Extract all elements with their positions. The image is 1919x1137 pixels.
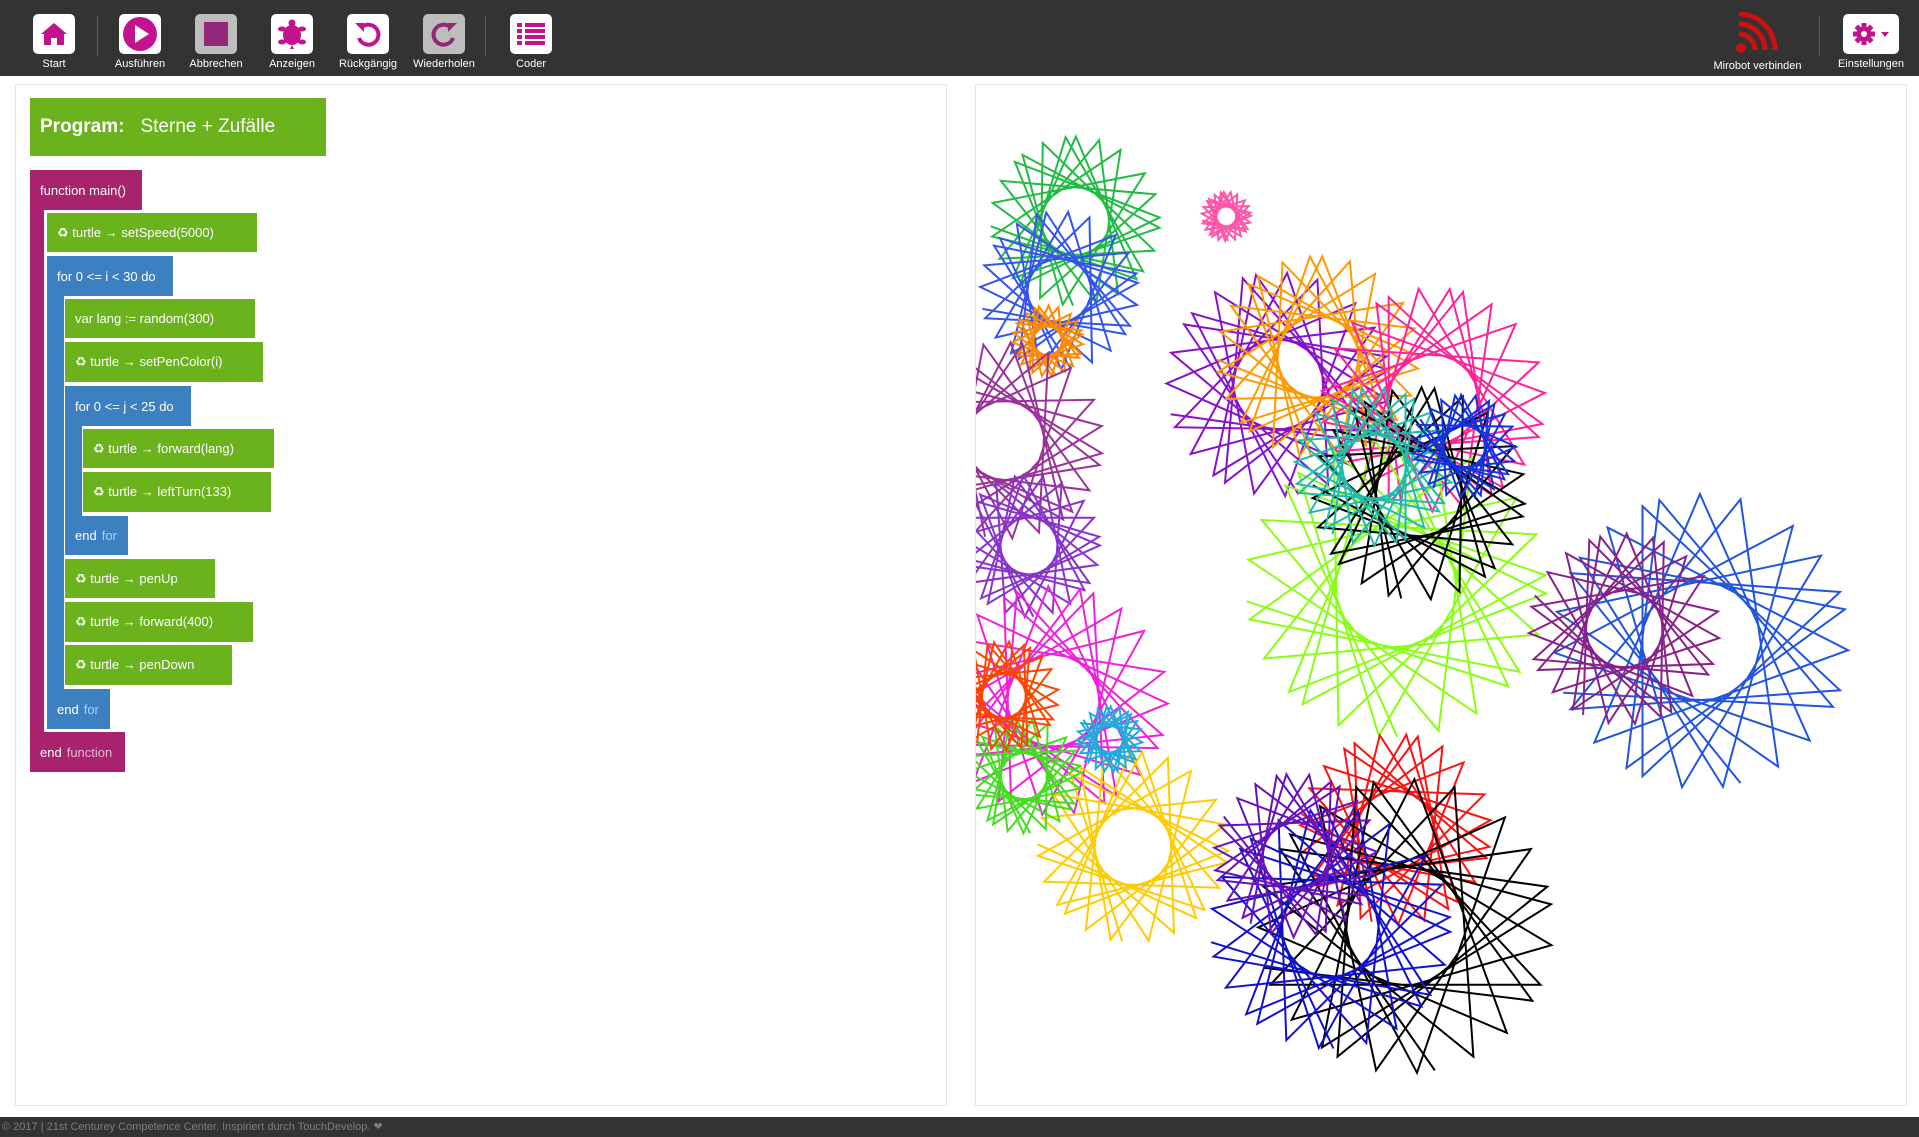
end-for-j-block[interactable]: end for [65, 516, 128, 555]
run-label: Ausführen [114, 58, 166, 70]
cancel-label: Abbrechen [189, 58, 243, 70]
toolbar-divider [1819, 16, 1820, 56]
pen-down-statement[interactable]: ♻ turtle → penDown [65, 645, 232, 685]
function-main-block[interactable]: function main() [30, 170, 142, 210]
undo-icon [347, 14, 389, 54]
mirobot-connect-button[interactable]: Mirobot verbinden [1700, 12, 1815, 72]
turtle-icon [271, 14, 313, 54]
forward-400-statement[interactable]: ♻ turtle → forward(400) [65, 602, 253, 642]
end-for-i-block[interactable]: end for [47, 689, 110, 729]
function-keyword: function [66, 744, 113, 760]
for-j-text: for 0 <= j < 25 do [75, 398, 174, 414]
turtle-star-path [1199, 189, 1254, 244]
turtle-star-path [976, 339, 1105, 541]
home-icon [33, 14, 75, 54]
coder-label: Coder [516, 58, 546, 70]
gear-icon [1843, 14, 1899, 54]
pen-up-statement[interactable]: ♻ turtle → penUp [65, 559, 215, 598]
function-body-bar [30, 208, 44, 734]
show-label: Anzeigen [269, 58, 315, 70]
for-i-loop-block[interactable]: for 0 <= i < 30 do [47, 256, 173, 296]
left-turn-text: ♻ turtle → leftTurn(133) [93, 484, 232, 499]
pen-up-text: ♻ turtle → penUp [75, 570, 178, 586]
turtle-drawing-canvas [976, 134, 1851, 1076]
settings-button[interactable]: Einstellungen [1833, 14, 1909, 70]
turtle-star-path [1551, 491, 1851, 790]
play-icon [119, 14, 161, 54]
forward-400-text: ♻ turtle → forward(400) [75, 614, 214, 629]
for-j-loop-block[interactable]: for 0 <= j < 25 do [65, 386, 191, 426]
var-lang-text: var lang := random(300) [75, 311, 215, 326]
redo-icon [423, 14, 465, 54]
program-name: Sterne + Zufälle [140, 116, 276, 137]
for-i-text: for 0 <= i < 30 do [57, 268, 156, 284]
for-keyword: for [83, 701, 99, 717]
end-keyword: end [75, 528, 97, 543]
top-toolbar: Start Ausführen Abbrechen Anzeigen Rückg… [0, 0, 1919, 76]
stop-icon [195, 14, 237, 54]
left-turn-statement[interactable]: ♻ turtle → leftTurn(133) [83, 472, 271, 512]
function-main-text: function main() [40, 182, 126, 198]
start-label: Start [42, 58, 66, 70]
set-pen-color-statement[interactable]: ♻ turtle → setPenColor(i) [65, 342, 263, 382]
for-keyword: for [101, 528, 117, 543]
for-i-body-bar [47, 294, 64, 690]
end-function-block[interactable]: end function [30, 732, 125, 772]
settings-label: Einstellungen [1837, 58, 1905, 70]
set-speed-statement[interactable]: ♻ turtle → setSpeed(5000) [47, 213, 257, 252]
wifi-signal-icon [1735, 12, 1777, 53]
list-icon [510, 14, 552, 54]
coder-button[interactable]: Coder [486, 14, 576, 76]
end-keyword: end [57, 701, 79, 717]
program-label: Program: [40, 116, 125, 137]
set-speed-text: ♻ turtle → setSpeed(5000) [57, 224, 214, 240]
redo-label: Wiederholen [413, 58, 475, 70]
var-lang-statement[interactable]: var lang := random(300) [65, 299, 255, 338]
forward-lang-statement[interactable]: ♻ turtle → forward(lang) [83, 429, 274, 468]
footer: © 2017 | 21st Centurey Competence Center… [0, 1117, 1919, 1137]
turtle-canvas-panel[interactable] [975, 84, 1907, 1106]
undo-label: Rückgängig [338, 58, 398, 70]
end-keyword: end [40, 744, 62, 760]
forward-lang-text: ♻ turtle → forward(lang) [93, 440, 234, 456]
redo-button[interactable]: Wiederholen [399, 14, 489, 76]
start-button[interactable]: Start [9, 14, 99, 76]
for-j-body-bar [65, 424, 82, 518]
set-pen-color-text: ♻ turtle → setPenColor(i) [75, 354, 223, 369]
mirobot-label: Mirobot verbinden [1713, 60, 1802, 72]
program-header[interactable]: Program: Sterne + Zufälle [30, 98, 326, 156]
pen-down-text: ♻ turtle → penDown [75, 657, 195, 672]
